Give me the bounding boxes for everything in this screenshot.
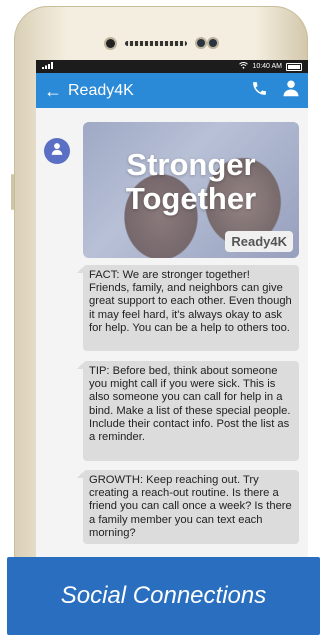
sensor-right [208, 39, 217, 47]
message-tip: TIP: Before bed, think about someone you… [77, 361, 299, 461]
signal-icon [42, 62, 54, 71]
ready4k-badge: Ready4K [225, 231, 293, 252]
battery-icon [286, 62, 302, 71]
sensor-left [196, 39, 205, 47]
sender-avatar [44, 138, 70, 164]
status-time: 10:40 AM [252, 63, 282, 70]
phone-icon[interactable] [251, 80, 268, 102]
message-fact: FACT: We are stronger together! Friends,… [77, 265, 299, 351]
avatar-person-icon [50, 142, 64, 161]
speaker-grill [124, 40, 187, 46]
message-growth: GROWTH: Keep reaching out. Try creating … [77, 470, 299, 544]
hero-headline: Stronger Together [125, 147, 257, 216]
phone-screen: 10:40 AM ← Ready4K Stronger Together Rea… [36, 60, 308, 580]
social-connections-banner: Social Connections [7, 557, 320, 635]
back-arrow-icon[interactable]: ← [44, 82, 62, 100]
app-bar: ← Ready4K [36, 73, 308, 108]
conversation-title: Ready4K [68, 81, 134, 99]
front-camera [105, 38, 115, 48]
wifi-icon [239, 62, 249, 71]
stronger-together-image: Stronger Together Ready4K [83, 122, 299, 258]
phone-top-bezel [14, 36, 308, 50]
banner-label: Social Connections [60, 582, 267, 609]
person-icon[interactable] [282, 79, 300, 102]
status-bar: 10:40 AM [36, 60, 308, 73]
side-button [11, 174, 14, 210]
